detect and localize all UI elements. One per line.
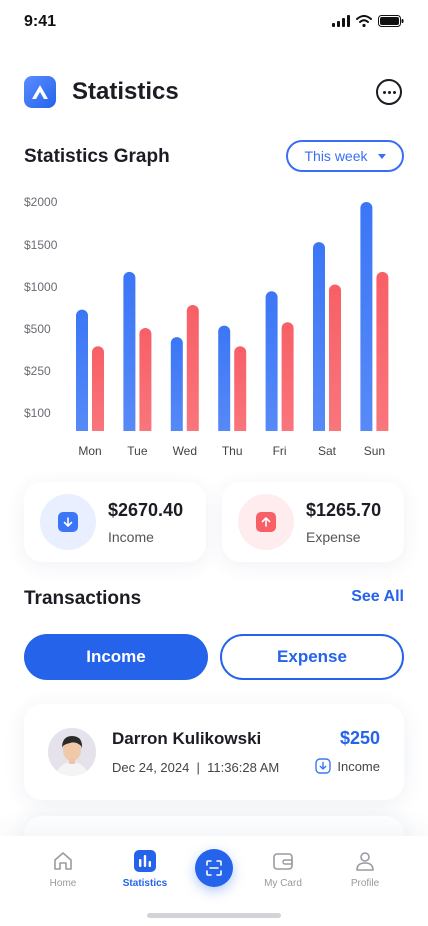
period-dropdown[interactable]: This week: [286, 140, 404, 172]
transaction-type: Income: [315, 758, 380, 774]
app-logo: [24, 76, 56, 108]
income-bar[interactable]: [360, 202, 373, 437]
expense-label: Expense: [306, 529, 361, 545]
tab-statistics-label: Statistics: [122, 878, 168, 889]
tab-statistics[interactable]: Statistics: [110, 850, 180, 894]
wifi-icon: [356, 15, 372, 27]
tab-my-card-label: My Card: [264, 878, 302, 889]
status-icons: [332, 15, 404, 27]
y-tick-label: $250: [24, 364, 51, 378]
user-icon: [356, 852, 374, 871]
income-bar[interactable]: [313, 242, 325, 437]
x-tick-label: Thu: [222, 444, 243, 458]
transactions-header: Transactions See All: [24, 586, 404, 612]
expense-bar[interactable]: [139, 327, 152, 437]
page-header: Statistics: [24, 76, 404, 110]
expense-bar[interactable]: [376, 271, 389, 437]
expense-bar[interactable]: [329, 284, 341, 437]
bottom-tab-bar: Home Statistics My Card Profile: [0, 836, 428, 926]
wallet-icon: [273, 853, 293, 870]
transaction-amount: $250: [339, 728, 380, 748]
income-bar[interactable]: [265, 291, 278, 437]
bar-chart-icon: [134, 850, 156, 872]
transactions-title: Transactions: [24, 588, 142, 609]
y-tick-label: $1500: [24, 238, 58, 252]
expense-bar[interactable]: [92, 346, 104, 437]
avatar: [48, 728, 96, 776]
tab-home[interactable]: Home: [28, 850, 98, 894]
status-bar: 9:41: [0, 0, 428, 44]
battery-icon: [378, 15, 404, 27]
home-icon: [54, 852, 72, 870]
income-summary-card[interactable]: $2670.40 Income: [24, 482, 206, 562]
statistics-chart: $2000 $1500 $1000 $500 $250 $100 Mon Tue Wed Thu F…: [0, 188, 428, 468]
expense-bar[interactable]: [186, 305, 199, 437]
more-icon: [382, 90, 386, 94]
income-amount: $2670.40: [108, 500, 184, 520]
x-tick-label: Tue: [127, 444, 148, 458]
graph-title: Statistics Graph: [24, 146, 170, 167]
income-icon-wrap: [40, 494, 96, 550]
expense-bar[interactable]: [281, 322, 294, 437]
tab-profile[interactable]: Profile: [330, 850, 400, 894]
status-time: 9:41: [24, 13, 57, 30]
more-options-button[interactable]: [376, 79, 402, 105]
tab-home-label: Home: [49, 878, 77, 889]
more-icon-dot: [392, 90, 396, 94]
x-tick-label: Sat: [318, 444, 337, 458]
expense-icon-wrap: [238, 494, 294, 550]
x-tick-label: Fri: [273, 444, 287, 458]
y-tick-label: $2000: [24, 195, 58, 209]
scan-button[interactable]: [195, 849, 233, 887]
tab-my-card[interactable]: My Card: [248, 850, 318, 894]
y-tick-label: $500: [24, 322, 51, 336]
income-bar[interactable]: [170, 337, 183, 437]
chart-baseline: [60, 431, 400, 439]
y-tick-label: $100: [24, 406, 51, 420]
x-tick-label: Wed: [173, 444, 197, 458]
transaction-name: Darron Kulikowski: [112, 729, 262, 748]
scan-icon: [206, 860, 222, 876]
see-all-link[interactable]: See All: [351, 588, 404, 606]
tab-profile-label: Profile: [350, 878, 380, 889]
income-bar[interactable]: [123, 271, 136, 437]
transaction-date: Dec 24, 2024 | 11:36:28 AM: [112, 760, 280, 775]
page-title: Statistics: [72, 78, 179, 105]
transaction-card[interactable]: Darron Kulikowski Dec 24, 2024 | 11:36:2…: [24, 704, 404, 800]
expense-amount: $1265.70: [306, 500, 382, 520]
arrow-up-icon: [256, 512, 276, 532]
income-bar[interactable]: [218, 325, 231, 437]
expense-summary-card[interactable]: $1265.70 Expense: [222, 482, 404, 562]
graph-header: Statistics Graph This week: [24, 140, 404, 172]
expense-tab-button[interactable]: Expense: [220, 634, 404, 680]
income-tab-button[interactable]: Income: [24, 634, 208, 680]
transaction-type-label: Income: [337, 758, 380, 774]
y-tick-label: $1000: [24, 280, 58, 294]
arrow-down-circle-icon: [315, 758, 332, 774]
more-icon-dot: [387, 90, 391, 94]
x-tick-label: Sun: [364, 444, 385, 458]
income-bar[interactable]: [76, 309, 88, 437]
x-tick-label: Mon: [78, 444, 101, 458]
logo-icon: [32, 85, 48, 99]
arrow-down-icon: [58, 512, 78, 532]
period-label: This week: [304, 148, 368, 164]
expense-bar[interactable]: [234, 346, 247, 437]
income-label: Income: [108, 529, 154, 545]
signal-icon: [332, 15, 350, 27]
chevron-down-icon: [377, 153, 386, 159]
bar-chart: $2000 $1500 $1000 $500 $250 $100 Mon Tue Wed Thu F…: [24, 195, 400, 458]
home-indicator: [147, 913, 281, 918]
